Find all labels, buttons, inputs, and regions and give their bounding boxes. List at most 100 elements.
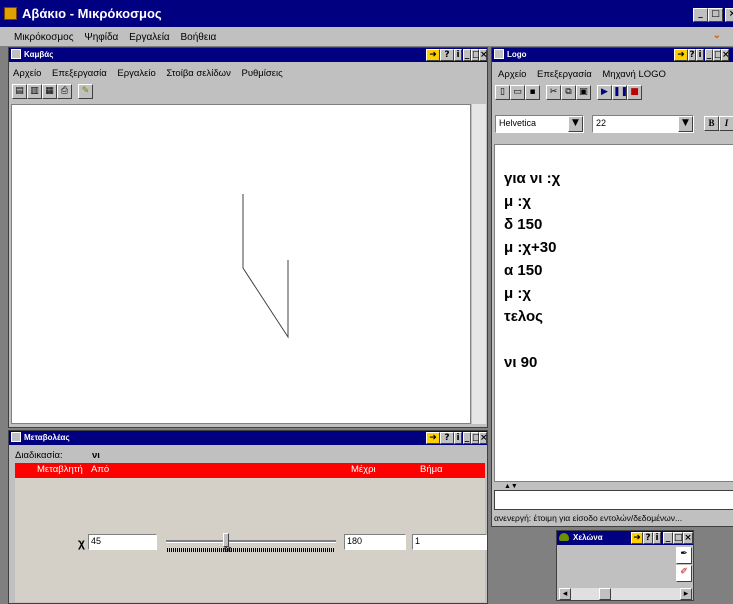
- header-from: Από: [91, 464, 110, 475]
- canvas-scrollbar[interactable]: [471, 104, 486, 424]
- turtle-close-button[interactable]: ×: [683, 532, 693, 544]
- chevron-down-icon[interactable]: ▼: [678, 116, 693, 132]
- new-page-icon[interactable]: ▤: [12, 84, 27, 99]
- logo-toolbar: ▯ ▭ ▪ ✂ ⧉ ▣ ▶ ❚❚ ■: [492, 83, 733, 103]
- logo-menu-edit[interactable]: Επεξεργασία: [537, 69, 592, 80]
- variator-info-button[interactable]: i: [454, 432, 462, 444]
- canvas-menu-settings[interactable]: Ρυθμίσεις: [241, 68, 282, 79]
- to-input[interactable]: 180: [344, 534, 406, 550]
- turtle-minimize-button[interactable]: _: [663, 532, 673, 544]
- menu-tools[interactable]: Εργαλεία: [129, 32, 170, 43]
- canvas-area[interactable]: [11, 104, 471, 424]
- header-step: Βήμα: [420, 464, 443, 475]
- code-line: για νι :χ: [504, 170, 561, 187]
- menu-microcosm[interactable]: Μικρόκοσμος: [14, 32, 74, 43]
- turtle-titlebar: Χελώνα ➜ ? i _ □ ×: [557, 531, 693, 545]
- variator-row: χ 45 90 180 1: [15, 478, 487, 602]
- step-input[interactable]: 1: [412, 534, 487, 550]
- scroll-left-icon[interactable]: ◂: [559, 588, 571, 600]
- logo-minimize-button[interactable]: _: [705, 49, 713, 61]
- stop-icon[interactable]: ■: [627, 85, 642, 100]
- logo-close-button[interactable]: ×: [721, 49, 730, 61]
- procedure-value: νι: [92, 450, 100, 461]
- paste-icon[interactable]: ▣: [576, 85, 591, 100]
- print-icon[interactable]: ⎙: [57, 84, 72, 99]
- paint-icon[interactable]: ✎: [78, 84, 93, 99]
- logo-window: Logo ➜ ? i _ □ × Αρχείο Επεξεργασία Μηχα…: [491, 47, 733, 527]
- pause-icon[interactable]: ❚❚: [612, 85, 628, 100]
- bold-button[interactable]: B: [704, 116, 719, 131]
- command-input[interactable]: [494, 490, 733, 510]
- code-line: μ :χ: [504, 285, 531, 302]
- canvas-menu-tool[interactable]: Εργαλείο: [117, 68, 155, 79]
- from-input[interactable]: 45: [88, 534, 157, 550]
- canvas-menu-page-stack[interactable]: Στοίβα σελίδων: [166, 68, 230, 79]
- open-icon[interactable]: ▥: [27, 84, 42, 99]
- app-minimize-button[interactable]: _: [693, 8, 708, 22]
- canvas-minimize-button[interactable]: _: [463, 49, 471, 61]
- scroll-right-icon[interactable]: ▸: [680, 588, 692, 600]
- variator-window-icon: [11, 432, 21, 442]
- canvas-window-icon: [11, 49, 21, 59]
- logo-save-icon[interactable]: ▪: [525, 85, 540, 100]
- app-close-button[interactable]: ×: [725, 8, 733, 22]
- size-select[interactable]: 22 ▼: [592, 115, 694, 133]
- variator-minimize-button[interactable]: _: [463, 432, 471, 444]
- cut-icon[interactable]: ✂: [546, 85, 561, 100]
- turtle-info-button[interactable]: i: [653, 532, 661, 544]
- variator-close-button[interactable]: ×: [479, 432, 488, 444]
- turtle-window-icon: [559, 533, 569, 541]
- turtle-pin-button[interactable]: ➜: [631, 532, 643, 544]
- save-icon[interactable]: ▦: [42, 84, 57, 99]
- logo-maximize-button[interactable]: □: [713, 49, 723, 61]
- to-input-value: 180: [347, 536, 363, 546]
- run-icon[interactable]: ▶: [597, 85, 612, 100]
- logo-menu-engine[interactable]: Μηχανή LOGO: [602, 69, 666, 80]
- variator-help-button[interactable]: ?: [440, 432, 454, 444]
- canvas-menu-file[interactable]: Αρχείο: [13, 68, 41, 79]
- eraser-icon[interactable]: ✐: [676, 565, 692, 582]
- logo-new-icon[interactable]: ▯: [495, 85, 510, 100]
- logo-menu-file[interactable]: Αρχείο: [498, 69, 526, 80]
- logo-window-title: Logo: [507, 50, 527, 59]
- scroll-thumb[interactable]: [599, 588, 611, 600]
- chevron-down-icon[interactable]: ▼: [568, 116, 583, 132]
- logo-code-editor[interactable]: για νι :χ μ :χ δ 150 μ :χ+30 α 150 μ :χ …: [494, 144, 733, 482]
- variator-maximize-button[interactable]: □: [471, 432, 481, 444]
- canvas-info-button[interactable]: i: [454, 49, 462, 61]
- logo-info-button[interactable]: i: [696, 49, 704, 61]
- canvas-pin-button[interactable]: ➜: [426, 49, 440, 61]
- italic-button[interactable]: I: [719, 116, 733, 131]
- canvas-titlebar: Καμβάς ➜ ? i _ □ ×: [9, 48, 488, 62]
- canvas-menu-edit[interactable]: Επεξεργασία: [52, 68, 107, 79]
- pen-icon[interactable]: ✒: [676, 547, 692, 564]
- splitter-bar[interactable]: ▲▼: [494, 483, 733, 490]
- turtle-hscrollbar[interactable]: ◂ ▸: [559, 588, 692, 600]
- font-select[interactable]: Helvetica ▼: [495, 115, 584, 133]
- logo-status: ανενεργή: έτοιμη για είσοδο εντολών/δεδο…: [494, 513, 683, 523]
- turtle-canvas[interactable]: [559, 547, 672, 587]
- pin-icon: ⌄: [712, 30, 721, 41]
- canvas-maximize-button[interactable]: □: [471, 49, 481, 61]
- app-maximize-button[interactable]: □: [708, 8, 723, 22]
- header-variable: Μεταβλητή: [37, 464, 83, 475]
- variator-pin-button[interactable]: ➜: [426, 432, 440, 444]
- canvas-close-button[interactable]: ×: [479, 49, 488, 61]
- slider-thumb[interactable]: [223, 533, 229, 547]
- canvas-help-button[interactable]: ?: [440, 49, 454, 61]
- turtle-drawing: [242, 194, 289, 339]
- logo-pin-button[interactable]: ➜: [674, 49, 688, 61]
- turtle-help-button[interactable]: ?: [643, 532, 653, 544]
- value-slider[interactable]: 90: [166, 533, 336, 554]
- menu-tile[interactable]: Ψηφίδα: [84, 32, 118, 43]
- logo-window-icon: [494, 49, 504, 59]
- turtle-maximize-button[interactable]: □: [673, 532, 683, 544]
- menu-help[interactable]: Βοήθεια: [181, 32, 217, 43]
- canvas-window-title: Καμβάς: [24, 50, 54, 59]
- app-title: Αβάκιο - Μικρόκοσμος: [22, 6, 162, 21]
- logo-open-icon[interactable]: ▭: [510, 85, 525, 100]
- logo-help-button[interactable]: ?: [688, 49, 696, 61]
- copy-icon[interactable]: ⧉: [561, 85, 576, 100]
- logo-titlebar: Logo ➜ ? i _ □ ×: [492, 48, 733, 62]
